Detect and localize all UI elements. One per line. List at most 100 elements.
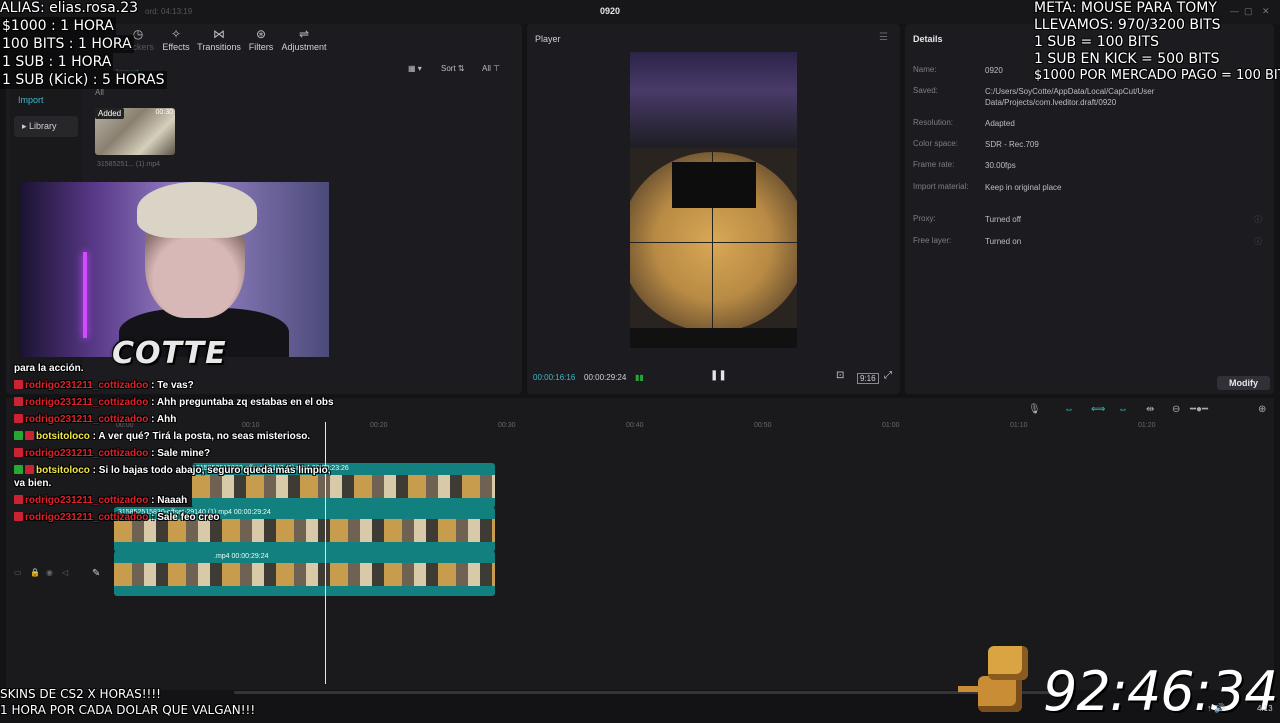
current-time: 00:00:16:16 xyxy=(533,373,576,382)
webcam-overlay xyxy=(19,182,329,357)
modify-button[interactable]: Modify xyxy=(1217,376,1270,390)
zoom-in-icon[interactable]: ⊕ xyxy=(1258,404,1266,415)
sidebar-item-import[interactable]: Import xyxy=(10,90,82,110)
info-icon[interactable]: ⓘ xyxy=(1254,214,1262,225)
eye-icon[interactable]: ◉ xyxy=(46,568,53,577)
toolbar-label: Adjustment xyxy=(281,42,327,52)
badge-icon xyxy=(14,431,23,440)
rate-text: 1 SUB : 1 HORA xyxy=(0,53,114,71)
badge-icon xyxy=(25,465,34,474)
record-timer: ord: 04:13:19 xyxy=(145,7,193,16)
detail-row: Saved: C:/Users/SoyCotte/AppData/Local/Ca… xyxy=(913,86,1268,107)
all-filter-button[interactable]: All ⊤ xyxy=(482,64,500,73)
ruler-label: 00:40 xyxy=(626,422,644,429)
taskbar-clock: 4:13 xyxy=(1257,704,1273,713)
lock-icon[interactable]: 🔒 xyxy=(30,568,40,577)
player-panel: Player ☰ 00:00:16:16 00:00:29:24 ▮▮ ❚❚ ⊡… xyxy=(527,24,900,394)
detail-key: Proxy: xyxy=(913,214,936,223)
sidebar-item-label: Library xyxy=(29,121,57,131)
toolbar-adjustment[interactable]: ⇌ Adjustment xyxy=(276,26,332,52)
ruler-label: 01:20 xyxy=(1138,422,1156,429)
track-cover-icon[interactable]: ▭ xyxy=(14,568,22,577)
magnet-icon[interactable]: ⇔ xyxy=(1118,404,1128,415)
ratio-button[interactable]: 9:16 xyxy=(857,373,879,384)
crosshair-horizontal xyxy=(630,242,797,243)
clip-frames xyxy=(114,563,495,586)
detail-row: Proxy: Turned off ⓘ xyxy=(913,214,1268,225)
goal-rule: 1 SUB = 100 BITS xyxy=(1034,34,1160,50)
split-icon[interactable]: ⇹ xyxy=(1146,404,1154,415)
pencil-icon[interactable]: ✎ xyxy=(92,568,100,579)
video-preview[interactable] xyxy=(630,52,797,348)
cat-tail xyxy=(958,686,980,692)
detail-row: Import material: Keep in original place xyxy=(913,182,1268,192)
snap-icon[interactable]: ⟺ xyxy=(1091,404,1105,415)
chat-message: rodrigo231211_cottizadoo : Naaah xyxy=(14,494,334,507)
rate-text: 1 SUB (Kick) : 5 HORAS xyxy=(0,71,167,89)
clip-label: .mp4 00:00:29:24 xyxy=(214,553,269,560)
pause-icon[interactable]: ❚❚ xyxy=(710,370,727,381)
added-badge: Added xyxy=(95,108,125,119)
chat-message: rodrigo231211_cottizadoo : Ahh preguntab… xyxy=(14,396,334,409)
maximize-icon[interactable]: ▢ xyxy=(1244,6,1253,17)
audio-meter-icon: ▮▮ xyxy=(635,373,644,382)
minimize-icon[interactable]: — xyxy=(1230,6,1239,16)
streamer-hair xyxy=(137,182,257,238)
chat-user: rodrigo231211_cottizadoo xyxy=(25,512,149,523)
close-icon[interactable]: ✕ xyxy=(1262,6,1270,17)
timeline-clip[interactable]: .mp4 00:00:29:24 xyxy=(114,551,495,596)
details-title: Details xyxy=(913,34,943,44)
link-icon[interactable]: ⇔ xyxy=(1064,404,1074,415)
goal-rule: 1 SUB EN KICK = 500 BITS xyxy=(1034,51,1220,67)
chat-text: : A ver qué? Tirá la posta, no seas mist… xyxy=(92,431,311,442)
media-thumbnail[interactable]: Added 00:30 xyxy=(95,108,175,155)
chat-message: rodrigo231211_cottizadoo : Sale feo creo xyxy=(14,511,334,524)
detail-value: SDR - Rec.709 xyxy=(985,140,1039,149)
sidebar-item-library[interactable]: ▸ Library xyxy=(14,116,78,137)
speaker-icon[interactable]: ◁ xyxy=(62,568,68,577)
detail-value: Turned on xyxy=(985,237,1022,246)
detail-value: Turned off xyxy=(985,215,1022,224)
subathon-timer: 92:46:34 xyxy=(1043,660,1279,723)
detail-value: Adapted xyxy=(985,119,1015,128)
preview-hud xyxy=(630,328,797,348)
fullscreen-icon[interactable]: ⤢ xyxy=(884,370,892,381)
detail-value: 30.00fps xyxy=(985,161,1016,170)
detail-row: Frame rate: 30.00fps xyxy=(913,160,1268,170)
screenshot-icon[interactable]: ⊡ xyxy=(836,370,844,381)
all-label: All xyxy=(482,64,491,73)
goal-progress: LLEVAMOS: 970/3200 BITS xyxy=(1034,17,1221,33)
toolbar-label: Effects xyxy=(162,42,190,52)
taskbar-icons[interactable]: ↑ 🔊 xyxy=(1207,703,1225,714)
zoom-out-icon[interactable]: ⊖ xyxy=(1172,404,1180,415)
chat-message: botsitoloco : A ver qué? Tirá la posta, … xyxy=(14,430,334,443)
adjustment-icon: ⇌ xyxy=(298,27,310,41)
menu-icon[interactable]: ☰ xyxy=(879,32,888,43)
timeline-scrollbar[interactable] xyxy=(234,691,1054,694)
filter-all-label: All xyxy=(95,88,104,97)
detail-row: Free layer: Turned on ⓘ xyxy=(913,236,1268,247)
chat-user: botsitoloco xyxy=(36,431,90,442)
detail-key: Name: xyxy=(913,65,937,74)
detail-row: Resolution: Adapted xyxy=(913,118,1268,128)
detail-value: C:/Users/SoyCotte/AppData/Local/CapCut/U… xyxy=(985,87,1155,107)
detail-key: Resolution: xyxy=(913,118,954,127)
zoom-slider[interactable]: ━●━ xyxy=(1190,404,1208,415)
chat-text: : Ahh preguntaba zq estabas en el obs xyxy=(151,397,334,408)
chat-text: : Te vas? xyxy=(151,380,194,391)
detail-key: Frame rate: xyxy=(913,160,955,169)
chat-user: botsitoloco xyxy=(36,465,90,476)
ruler-label: 01:10 xyxy=(1010,422,1028,429)
preview-webcam-area xyxy=(630,52,797,148)
promo-text: SKINS DE CS2 X HORAS!!!! xyxy=(0,687,161,701)
thumb-duration: 00:30 xyxy=(155,109,173,116)
info-icon[interactable]: ⓘ xyxy=(1254,236,1262,247)
detail-key: Free layer: xyxy=(913,236,952,245)
sort-button[interactable]: Sort ⇅ xyxy=(441,64,465,73)
microphone-icon[interactable]: 🎙 xyxy=(1028,404,1041,415)
chat-text: : Sale mine? xyxy=(151,448,211,459)
badge-icon xyxy=(14,414,23,423)
view-toggle-icon[interactable]: ▦ ▾ xyxy=(408,64,422,73)
badge-icon xyxy=(14,397,23,406)
goal-text: META: MOUSE PARA TOMY xyxy=(1034,0,1217,16)
